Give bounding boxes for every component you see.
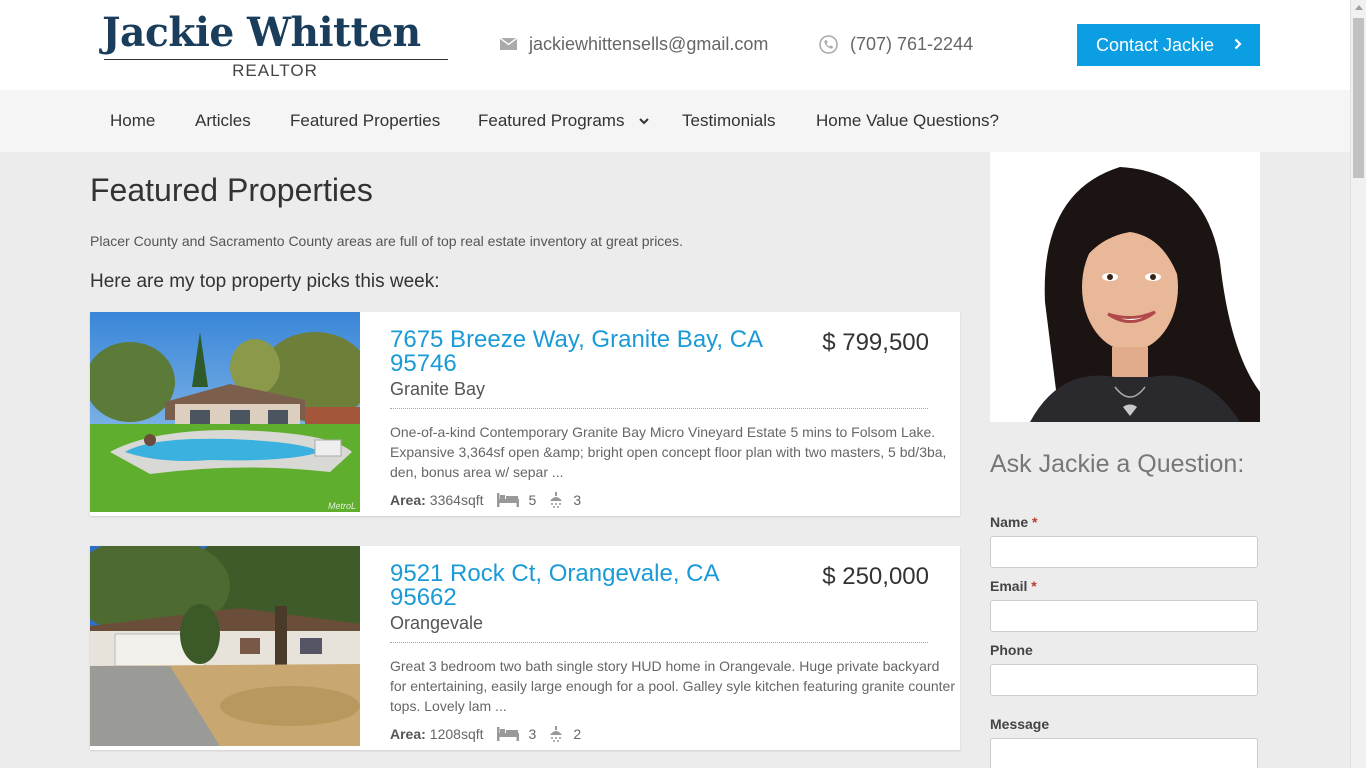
area-label: Area: [390,492,426,508]
agent-portrait [990,152,1260,422]
listing-description: Great 3 bedroom two bath single story HU… [390,658,956,714]
intro-text: Placer County and Sacramento County area… [90,233,683,249]
logo-divider [104,59,448,60]
page-title: Featured Properties [90,172,373,208]
header-email[interactable]: jackiewhittensells@gmail.com [500,32,768,56]
listing-photo[interactable]: MetroL [90,312,360,512]
contact-button-label: Contact Jackie [1096,34,1215,55]
listing-beds: 3 [528,726,537,742]
listing-divider [390,408,928,409]
scrollbar-thumb[interactable] [1353,18,1364,178]
phone-field[interactable] [990,664,1258,696]
chevron-down-icon [639,118,649,125]
required-mark: * [1032,514,1038,530]
email-label: Email * [990,578,1037,594]
required-mark: * [1031,578,1037,594]
area-label: Area: [390,726,426,742]
logo[interactable]: Jackie Whitten REALTOR [102,10,452,82]
phone-label: Phone [990,642,1033,658]
nav-item-articles[interactable]: Articles [195,90,251,152]
bed-icon [496,727,519,741]
chevron-right-icon [1234,38,1242,50]
nav-item-home-value-questions[interactable]: Home Value Questions? [816,90,999,152]
nav-item-testimonials[interactable]: Testimonials [682,90,776,152]
listing-baths: 3 [573,492,582,508]
listing-photo[interactable] [90,546,360,746]
nav-item-label: Featured Programs [478,111,625,130]
listing-city: Granite Bay [390,379,486,399]
ask-question-title: Ask Jackie a Question: [990,450,1245,478]
agent-portrait-image [990,152,1260,422]
shower-icon [549,492,563,508]
picks-heading: Here are my top property picks this week… [90,271,440,292]
header-phone[interactable]: (707) 761-2244 [819,32,973,56]
main-nav: Home Articles Featured Properties Featur… [0,90,1350,152]
envelope-icon [500,38,517,50]
name-label-text: Name [990,514,1029,530]
listing-beds: 5 [528,492,537,508]
listing-divider [390,642,928,643]
email-field[interactable] [990,600,1258,632]
site-header: Jackie Whitten REALTOR jackiewhittensell… [0,0,1350,90]
listing-city: Orangevale [390,613,484,633]
listing-address-link[interactable]: 9521 Rock Ct, Orangevale, CA 95662 [390,562,780,610]
nav-item-home[interactable]: Home [110,90,155,152]
listing-price: $ 799,500 [822,329,929,356]
listing-card: 9521 Rock Ct, Orangevale, CA 95662 $ 250… [90,546,960,750]
name-label: Name * [990,514,1037,530]
phone-icon [819,34,838,54]
page-scrollbar[interactable] [1350,0,1366,768]
logo-subtitle: REALTOR [232,61,318,80]
phone-label-text: Phone [990,642,1033,658]
pool-house-image [90,312,360,512]
email-label-text: Email [990,578,1028,594]
listing-address-link[interactable]: 7675 Breeze Way, Granite Bay, CA 95746 [390,328,780,376]
nav-item-featured-programs[interactable]: Featured Programs [478,90,649,152]
listing-area: 1208sqft [429,726,484,742]
email-text: jackiewhittensells@gmail.com [529,33,769,54]
photo-watermark: MetroL [327,501,356,511]
shower-icon [549,726,563,742]
contact-jackie-button[interactable]: Contact Jackie [1077,24,1260,66]
listing-area: 3364sqft [429,492,484,508]
listing-meta: Area: 3364sqft 5 3 [390,490,581,510]
listing-description: One-of-a-kind Contemporary Granite Bay M… [390,424,947,480]
logo-name: Jackie Whitten [102,9,421,56]
nav-item-featured-properties[interactable]: Featured Properties [290,90,440,152]
orangevale-house-image [90,546,360,746]
listing-baths: 2 [573,726,582,742]
message-field[interactable] [990,738,1258,768]
listing-price: $ 250,000 [822,563,929,590]
message-label-text: Message [990,716,1050,732]
message-label: Message [990,716,1049,732]
listing-meta: Area: 1208sqft 3 2 [390,724,581,744]
bed-icon [496,493,519,507]
listing-card: MetroL 7675 Breeze Way, Granite Bay, CA … [90,312,960,516]
phone-text: (707) 761-2244 [850,33,974,54]
name-field[interactable] [990,536,1258,568]
scroll-up-arrow-icon[interactable] [1355,4,1363,10]
